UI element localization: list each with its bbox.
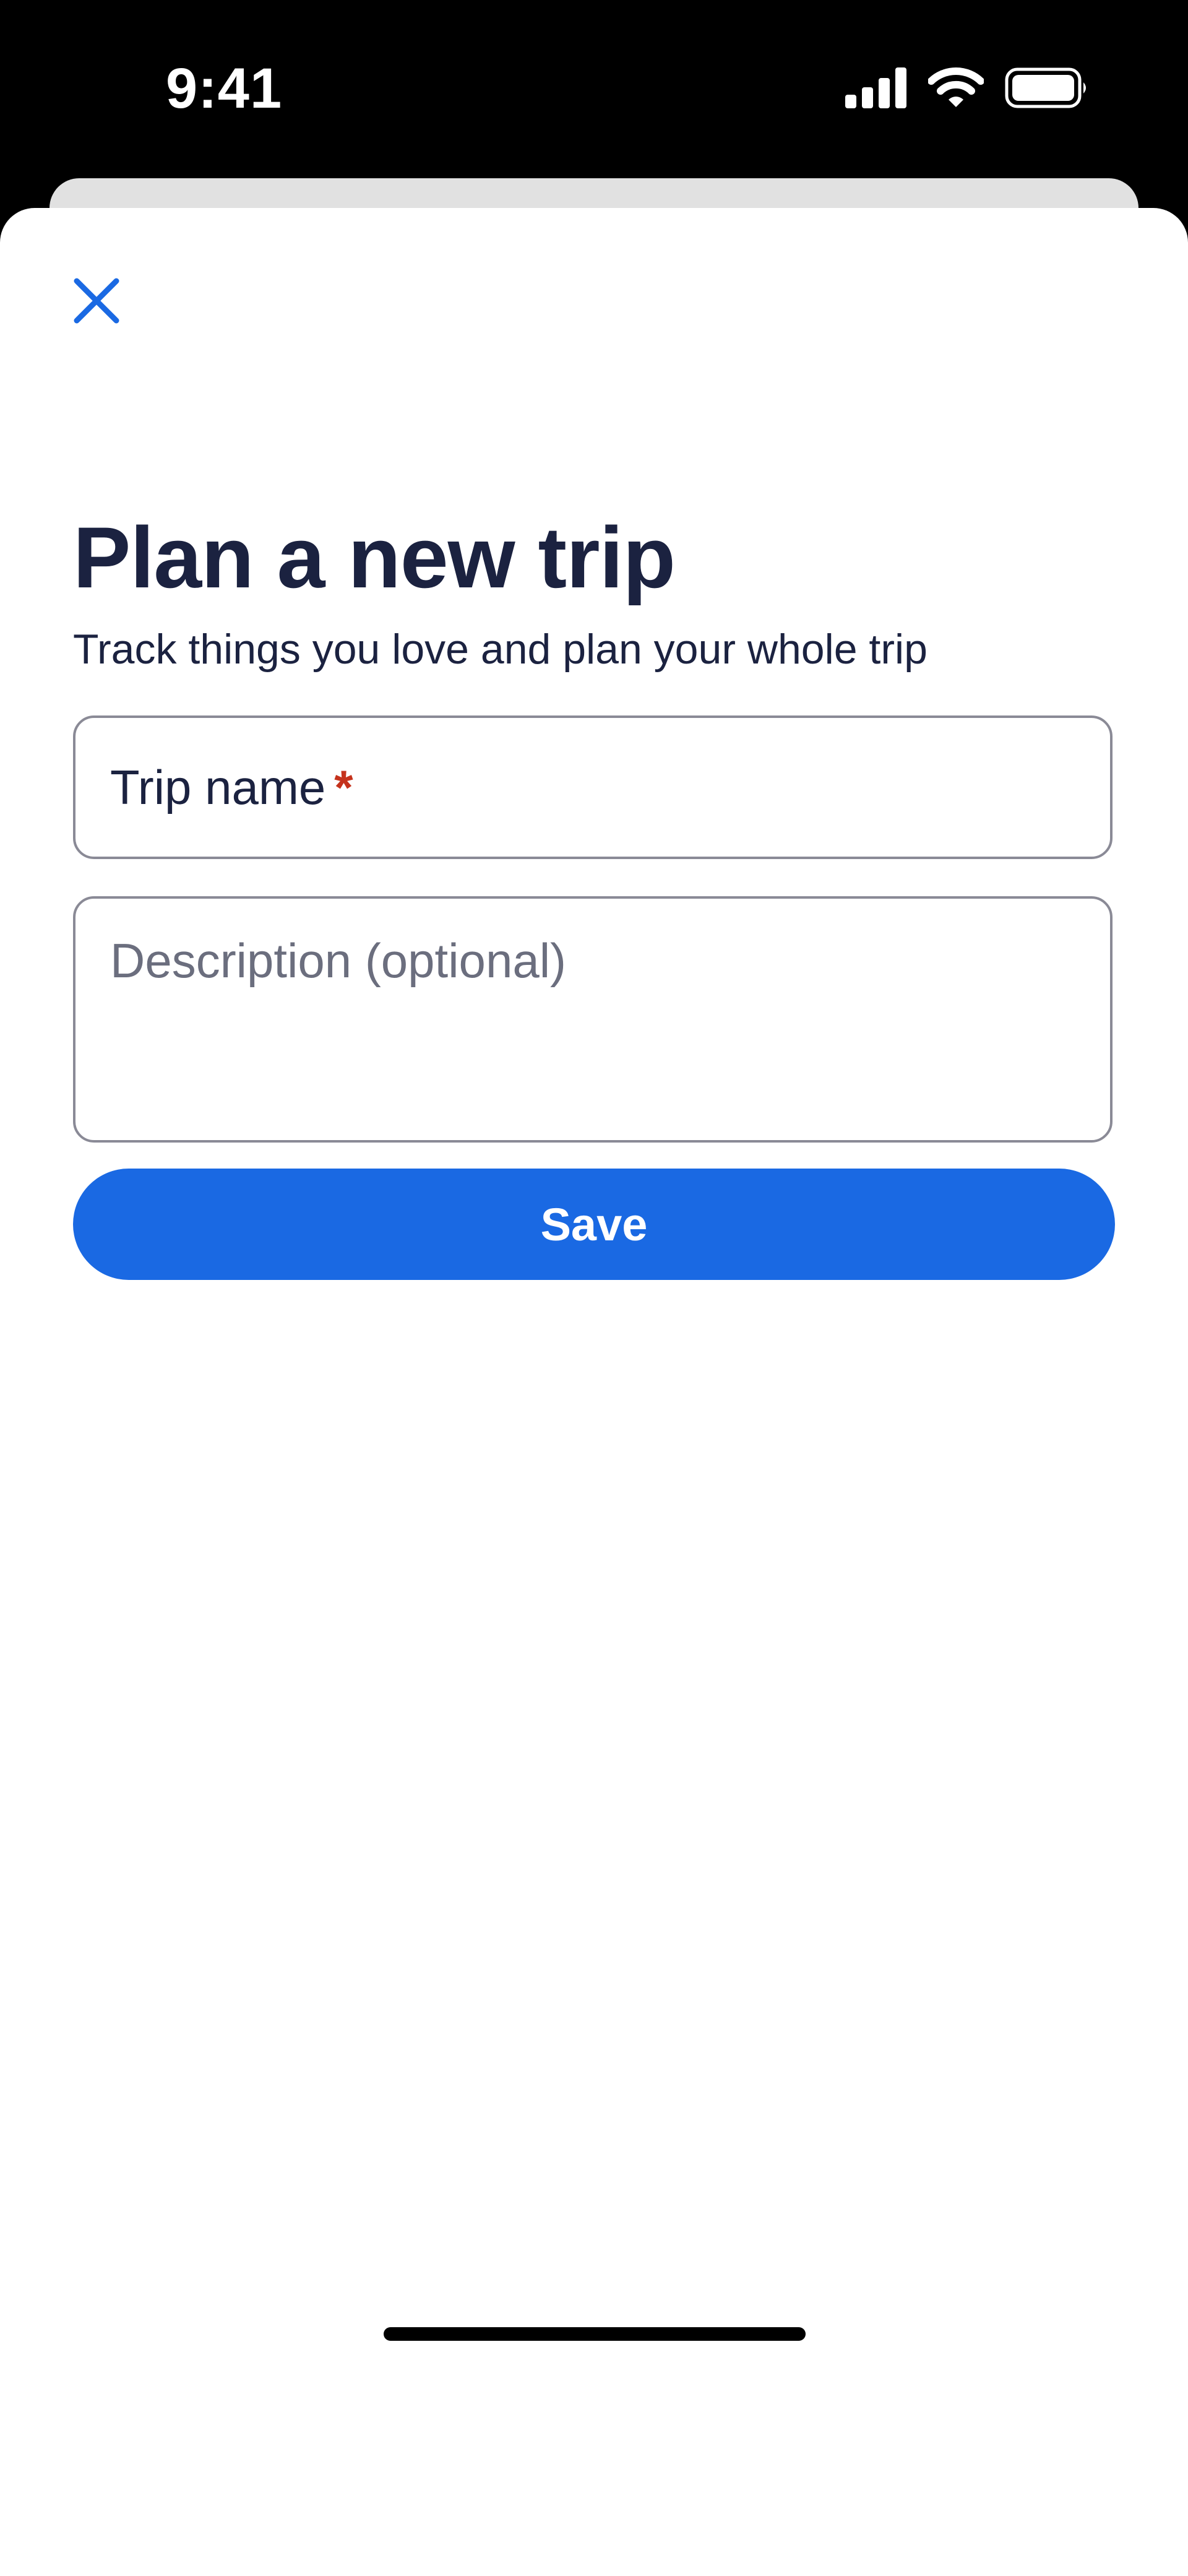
trip-name-label: Trip name * (110, 756, 353, 818)
cellular-signal-icon (845, 67, 907, 111)
app-screen: 9:41 Plan a new trip Track things you lo… (0, 0, 1188, 2576)
status-icons (845, 64, 1089, 114)
close-button[interactable] (62, 267, 131, 337)
page-subtitle: Track things you love and plan your whol… (73, 626, 928, 673)
plan-trip-sheet: Plan a new trip Track things you love an… (0, 208, 1188, 2576)
description-placeholder: Description (optional) (110, 933, 567, 988)
home-indicator (384, 2327, 806, 2341)
trip-name-field[interactable]: Trip name * (73, 715, 1113, 859)
save-button[interactable]: Save (73, 1169, 1115, 1280)
status-bar: 9:41 (0, 0, 1188, 179)
status-time: 9:41 (166, 57, 283, 120)
trip-name-label-text: Trip name (110, 760, 326, 815)
description-field[interactable]: Description (optional) (73, 896, 1113, 1143)
page-title: Plan a new trip (73, 509, 676, 606)
wifi-icon (928, 67, 984, 111)
close-icon (72, 276, 121, 329)
battery-icon (1005, 67, 1089, 111)
required-marker: * (334, 760, 353, 815)
